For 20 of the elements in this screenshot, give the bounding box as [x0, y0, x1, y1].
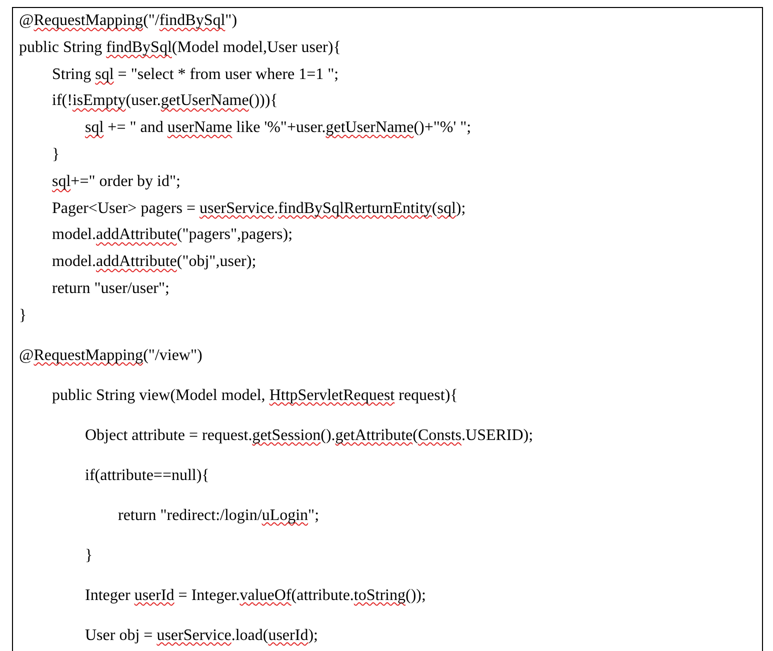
code-line: if(!isEmpty(user.getUserName())){: [52, 91, 278, 112]
code-line: public String findBySql(Model model,User user){: [19, 38, 341, 58]
code-line: }: [52, 144, 60, 165]
code-line: @RequestMapping("/findBySql"): [19, 11, 238, 31]
code-line: User obj = userService.load(userId);: [85, 626, 318, 646]
code-line: Integer userId = Integer.valueOf(attribute.toString());: [85, 586, 426, 606]
code-line: @RequestMapping("/view"): [19, 346, 202, 366]
code-line: sql += " and userName like '%"+user.getUserName()+"%' ";: [85, 118, 472, 138]
code-line: }: [19, 306, 27, 326]
code-line: Pager<User> pagers = userService.findBySqlRerturnEntity(sql);: [52, 198, 466, 219]
code-line: model.addAttribute("obj",user);: [52, 252, 256, 272]
code-line: public String view(Model model, HttpServletRequest request){: [52, 386, 458, 406]
code-line: Object attribute = request.getSession().getAttribute(Consts.USERID);: [85, 426, 534, 446]
code-line: return "user/user";: [52, 278, 170, 299]
code-line: model.addAttribute("pagers",pagers);: [52, 225, 293, 246]
code-line: return "redirect:/login/uLogin";: [118, 506, 320, 526]
code-line: if(attribute==null){: [85, 466, 210, 486]
code-line: String sql = "select * from user where 1=1 ";: [52, 64, 339, 85]
code-line: sql+=" order by id";: [52, 172, 180, 192]
code-line: }: [85, 546, 93, 566]
